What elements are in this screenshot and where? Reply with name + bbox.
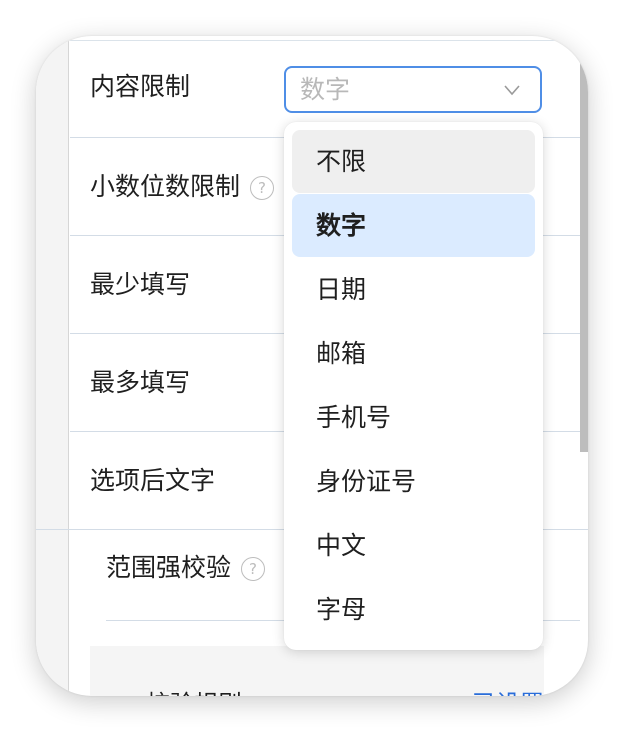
min-fill-label: 最少填写 [90, 270, 191, 299]
validation-rule-panel: 校验规则 已设置 [90, 646, 544, 696]
dropdown-option-id-number[interactable]: 身份证号 [292, 450, 535, 513]
validation-rule-label: 校验规则 [146, 684, 242, 696]
decimal-limit-label: 小数位数限制? [90, 138, 275, 236]
range-check-label: 范围强校验? [106, 530, 266, 606]
range-check-text: 范围强校验 [106, 553, 232, 582]
dropdown-option-letters[interactable]: 字母 [292, 578, 535, 641]
dropdown-option-chinese[interactable]: 中文 [292, 514, 535, 577]
help-icon[interactable]: ? [250, 176, 275, 200]
select-value: 数字 [300, 75, 351, 104]
help-icon[interactable]: ? [241, 557, 266, 581]
suffix-text-label: 选项后文字 [90, 466, 216, 495]
scrollbar[interactable] [580, 36, 588, 452]
dropdown-option-number[interactable]: 数字 [292, 194, 535, 257]
content-limit-label: 内容限制 [90, 72, 191, 101]
settings-card: 内容限制 小数位数限制? 最少填写 最多填写 选项后文字 范围强校验? 校验规则… [36, 36, 588, 696]
chevron-down-icon [504, 85, 520, 96]
max-fill-label: 最多填写 [90, 368, 191, 397]
left-panel-edge [36, 36, 69, 696]
dropdown-option-unlimited[interactable]: 不限 [292, 130, 535, 193]
content-limit-dropdown: 不限 数字 日期 邮箱 手机号 身份证号 中文 字母 [284, 122, 543, 650]
dropdown-option-phone[interactable]: 手机号 [292, 386, 535, 449]
dropdown-option-date[interactable]: 日期 [292, 258, 535, 321]
content-limit-select[interactable]: 数字 [284, 66, 542, 113]
dropdown-option-email[interactable]: 邮箱 [292, 322, 535, 385]
validation-rule-status-link[interactable]: 已设置 [472, 684, 544, 696]
decimal-limit-text: 小数位数限制 [90, 172, 241, 201]
